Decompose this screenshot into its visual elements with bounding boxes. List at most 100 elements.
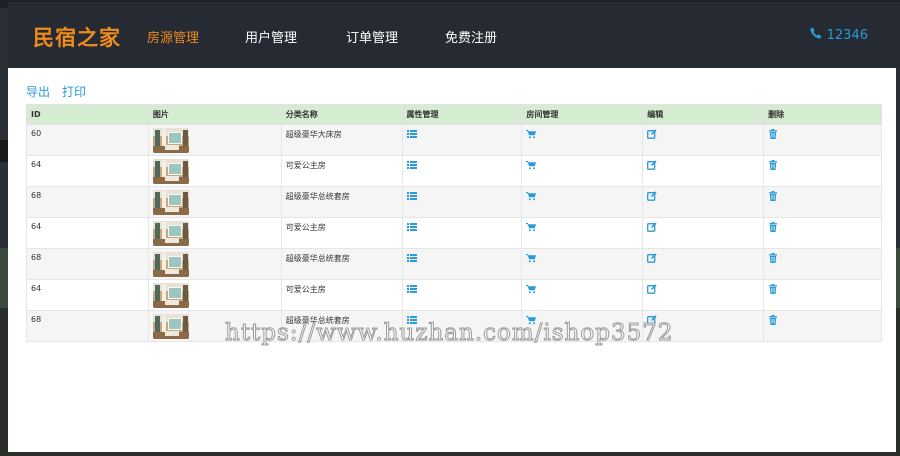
cell-attribute xyxy=(401,248,523,280)
phone-number: 12346 xyxy=(826,27,868,43)
cell-category: 可爱公主房 xyxy=(280,155,403,187)
cell-edit xyxy=(642,155,765,187)
nav-item-listings[interactable]: 房源管理 xyxy=(147,27,199,46)
room-thumbnail[interactable] xyxy=(152,252,189,277)
cart-icon[interactable] xyxy=(526,253,537,263)
cell-attribute xyxy=(401,124,523,156)
phone-contact[interactable]: 12346 xyxy=(809,27,868,43)
cell-attribute xyxy=(401,186,523,218)
cart-icon[interactable] xyxy=(526,129,537,139)
cell-id: 68 xyxy=(26,186,149,218)
top-navbar: 民宿之家 房源管理 用户管理 订单管理 免费注册 12346 xyxy=(8,2,900,68)
cell-edit xyxy=(642,279,765,311)
header-edit: 编辑 xyxy=(642,104,765,125)
cell-image xyxy=(147,155,282,187)
table-row: 68 超级豪华总统套房 xyxy=(26,248,882,280)
cell-image xyxy=(147,279,282,311)
nav-item-users[interactable]: 用户管理 xyxy=(245,27,297,46)
cell-delete xyxy=(763,124,882,156)
cell-room xyxy=(521,217,644,249)
list-icon[interactable] xyxy=(406,315,417,325)
cell-edit xyxy=(642,310,765,342)
edit-icon[interactable] xyxy=(647,222,657,232)
cart-icon[interactable] xyxy=(526,284,537,294)
trash-icon[interactable] xyxy=(768,315,778,325)
header-category: 分类名称 xyxy=(280,104,403,125)
brand-logo[interactable]: 民宿之家 xyxy=(33,22,121,52)
edit-icon[interactable] xyxy=(647,191,657,201)
cell-room xyxy=(521,279,644,311)
trash-icon[interactable] xyxy=(768,284,778,294)
header-attribute: 属性管理 xyxy=(401,104,523,125)
room-thumbnail[interactable] xyxy=(152,159,189,184)
cart-icon[interactable] xyxy=(526,315,537,325)
cell-category: 可爱公主房 xyxy=(280,279,403,311)
edit-icon[interactable] xyxy=(647,160,657,170)
room-thumbnail[interactable] xyxy=(152,128,189,153)
cart-icon[interactable] xyxy=(526,222,537,232)
export-link[interactable]: 导出 xyxy=(26,83,50,100)
cell-room xyxy=(521,310,644,342)
trash-icon[interactable] xyxy=(768,222,778,232)
header-room: 房间管理 xyxy=(521,104,644,125)
cell-category: 超级豪华总统套房 xyxy=(280,248,403,280)
list-icon[interactable] xyxy=(406,253,417,263)
trash-icon[interactable] xyxy=(768,160,778,170)
room-thumbnail[interactable] xyxy=(152,283,189,308)
listings-table: ID 图片 分类名称 属性管理 房间管理 编辑 删除 60 超级豪华大床房 64… xyxy=(26,104,882,342)
table-row: 64 可爱公主房 xyxy=(26,217,882,249)
cell-room xyxy=(521,155,644,187)
cell-id: 64 xyxy=(26,217,149,249)
edit-icon[interactable] xyxy=(647,284,657,294)
list-icon[interactable] xyxy=(406,284,417,294)
trash-icon[interactable] xyxy=(768,253,778,263)
table-row: 68 超级豪华总统套房 xyxy=(26,186,882,218)
room-thumbnail[interactable] xyxy=(152,221,189,246)
room-thumbnail[interactable] xyxy=(152,190,189,215)
cell-image xyxy=(147,310,282,342)
cell-room xyxy=(521,124,644,156)
cell-id: 64 xyxy=(26,279,149,311)
edit-icon[interactable] xyxy=(647,253,657,263)
list-icon[interactable] xyxy=(406,160,417,170)
trash-icon[interactable] xyxy=(768,191,778,201)
content-panel: 导出 打印 ID 图片 分类名称 属性管理 房间管理 编辑 删除 60 超级豪华… xyxy=(8,68,896,452)
cell-image xyxy=(147,248,282,280)
edit-icon[interactable] xyxy=(647,129,657,139)
cell-delete xyxy=(763,155,882,187)
table-toolbar: 导出 打印 xyxy=(26,83,86,100)
cell-attribute xyxy=(401,155,523,187)
cell-attribute xyxy=(401,310,523,342)
list-icon[interactable] xyxy=(406,129,417,139)
nav-item-orders[interactable]: 订单管理 xyxy=(346,27,398,46)
cart-icon[interactable] xyxy=(526,160,537,170)
trash-icon[interactable] xyxy=(768,129,778,139)
list-icon[interactable] xyxy=(406,222,417,232)
cell-edit xyxy=(642,248,765,280)
cell-delete xyxy=(763,217,882,249)
edit-icon[interactable] xyxy=(647,315,657,325)
cell-edit xyxy=(642,124,765,156)
cell-category: 可爱公主房 xyxy=(280,217,403,249)
cell-edit xyxy=(642,217,765,249)
cell-image xyxy=(147,124,282,156)
cell-room xyxy=(521,248,644,280)
header-delete: 删除 xyxy=(763,104,882,125)
print-link[interactable]: 打印 xyxy=(62,83,86,100)
room-thumbnail[interactable] xyxy=(152,314,189,339)
cart-icon[interactable] xyxy=(526,191,537,201)
cell-id: 68 xyxy=(26,310,149,342)
cell-edit xyxy=(642,186,765,218)
cell-id: 68 xyxy=(26,248,149,280)
cell-category: 超级豪华大床房 xyxy=(280,124,403,156)
cell-delete xyxy=(763,279,882,311)
header-image: 图片 xyxy=(147,104,282,125)
cell-delete xyxy=(763,186,882,218)
cell-category: 超级豪华总统套房 xyxy=(280,186,403,218)
nav-item-register[interactable]: 免费注册 xyxy=(445,27,497,46)
table-row: 60 超级豪华大床房 xyxy=(26,124,882,156)
cell-attribute xyxy=(401,279,523,311)
list-icon[interactable] xyxy=(406,191,417,201)
cell-attribute xyxy=(401,217,523,249)
cell-id: 64 xyxy=(26,155,149,187)
